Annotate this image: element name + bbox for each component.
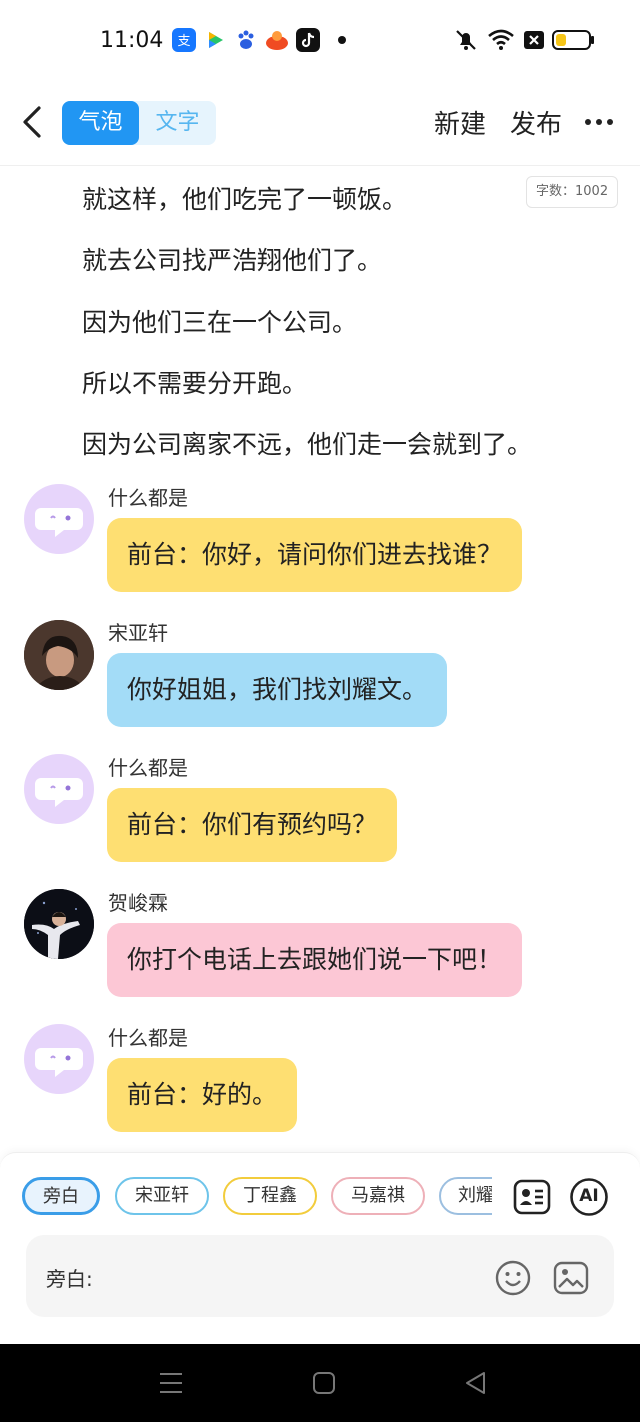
image-icon[interactable] — [552, 1259, 590, 1297]
chat-bubble-face-icon — [35, 1048, 83, 1077]
publish-button[interactable]: 发布 — [510, 104, 562, 141]
avatar-narrator[interactable] — [24, 1024, 94, 1094]
top-toolbar: 气泡 文字 新建 发布 — [0, 82, 640, 166]
back-arrow-icon[interactable] — [18, 102, 48, 142]
avatar-narrator[interactable] — [24, 484, 94, 554]
back-triangle-icon[interactable] — [462, 1370, 490, 1396]
emoji-icon[interactable] — [494, 1259, 532, 1297]
word-count-badge: 字数：1002 — [526, 176, 619, 208]
message-bubble[interactable]: 前台：你们有预约吗？ — [107, 788, 398, 862]
tab-bubble[interactable]: 气泡 — [62, 101, 139, 145]
chat-bubble-face-icon — [35, 778, 83, 807]
role-selector: 旁白 宋亚轩 丁程鑫 马嘉祺 刘耀文 — [20, 1177, 492, 1217]
role-chip-narrator[interactable]: 旁白 — [22, 1177, 100, 1215]
home-icon[interactable] — [310, 1370, 338, 1396]
system-nav-bar — [0, 1344, 640, 1422]
no-sim-icon — [522, 26, 546, 58]
speaker-name: 什么都是 — [108, 1026, 188, 1050]
baidu-icon — [234, 28, 258, 52]
menu-icon[interactable] — [157, 1370, 185, 1396]
input-role-label: 旁白: — [46, 1267, 93, 1291]
food-app-icon — [265, 28, 289, 52]
narration-line[interactable]: 就去公司找严浩翔他们了。 — [82, 241, 382, 277]
message-input-box: 旁白: — [26, 1235, 614, 1317]
character-card-icon[interactable] — [512, 1177, 552, 1217]
input-panel: 旁白 宋亚轩 丁程鑫 马嘉祺 刘耀文 AI 旁白: — [0, 1152, 640, 1344]
ai-label: AI — [579, 1186, 599, 1206]
speaker-name: 什么都是 — [108, 486, 188, 510]
narration-line[interactable]: 因为他们三在一个公司。 — [82, 303, 357, 339]
mode-switch: 气泡 文字 — [62, 101, 216, 145]
notification-dot — [338, 36, 346, 44]
chat-bubble-face-icon — [35, 508, 83, 537]
person-photo-icon — [24, 889, 94, 959]
message-bubble[interactable]: 你打个电话上去跟她们说一下吧！ — [107, 923, 523, 997]
wifi-icon — [486, 26, 516, 58]
message-bubble[interactable]: 前台：你好，请问你们进去找谁？ — [107, 518, 523, 592]
avatar-narrator[interactable] — [24, 754, 94, 824]
status-time: 11:04 — [100, 28, 164, 53]
speaker-name: 什么都是 — [108, 756, 188, 780]
alipay-icon: 支 — [172, 28, 196, 52]
mute-icon — [452, 26, 480, 58]
narration-line[interactable]: 所以不需要分开跑。 — [82, 364, 307, 400]
role-chip-liu-yaowen[interactable]: 刘耀文 — [439, 1177, 492, 1215]
narration-line[interactable]: 就这样，他们吃完了一顿饭。 — [82, 180, 407, 216]
tab-text[interactable]: 文字 — [139, 101, 216, 145]
ai-button[interactable]: AI — [569, 1177, 609, 1217]
speaker-name: 宋亚轩 — [108, 621, 168, 645]
message-bubble[interactable]: 你好姐姐，我们找刘耀文。 — [107, 653, 448, 727]
status-bar: 11:04 支 — [0, 0, 640, 82]
role-chip-ma-jiaqi[interactable]: 马嘉祺 — [331, 1177, 425, 1215]
tiktok-icon — [296, 28, 320, 52]
new-button[interactable]: 新建 — [434, 104, 486, 141]
narration-line[interactable]: 因为公司离家不远，他们走一会就到了。 — [82, 425, 532, 461]
person-photo-icon — [24, 620, 94, 690]
video-app-icon — [203, 28, 227, 52]
avatar-he-junlin[interactable] — [24, 889, 94, 959]
role-chip-ding-chengxin[interactable]: 丁程鑫 — [223, 1177, 317, 1215]
role-chip-song-yaxuan[interactable]: 宋亚轩 — [115, 1177, 209, 1215]
battery-icon — [552, 26, 596, 58]
svg-text:支: 支 — [177, 34, 190, 49]
more-options-icon[interactable] — [584, 110, 614, 134]
avatar-song-yaxuan[interactable] — [24, 620, 94, 690]
message-bubble[interactable]: 前台：好的。 — [107, 1058, 298, 1132]
message-input[interactable] — [108, 1257, 488, 1293]
speaker-name: 贺峻霖 — [108, 891, 168, 915]
